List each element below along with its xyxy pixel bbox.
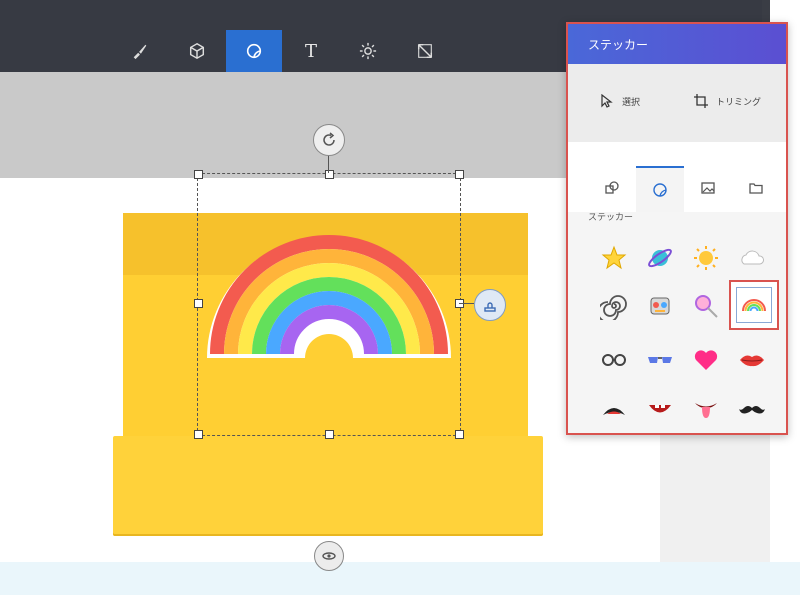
cursor-icon [601, 94, 613, 108]
lollipop-sticker-icon [695, 295, 718, 318]
resize-handle-l[interactable] [194, 299, 203, 308]
stickers-tool[interactable] [226, 30, 282, 72]
tab-folder[interactable] [732, 166, 780, 210]
sun-icon [359, 42, 377, 60]
sun-sticker-icon [694, 246, 718, 270]
tab-stickers[interactable] [636, 166, 684, 212]
selected-sticker-frame [736, 287, 772, 323]
sticker-sunglasses[interactable] [640, 340, 680, 380]
crop-button[interactable]: トリミング [694, 94, 761, 108]
brush-icon [133, 44, 147, 60]
rotate-3d-button[interactable] [314, 541, 344, 571]
sticker-spiral[interactable] [594, 286, 634, 326]
sticker-rainbow[interactable] [729, 280, 779, 330]
stamp-icon [484, 302, 496, 312]
resize-handle-tl[interactable] [194, 170, 203, 179]
text-icon: T [304, 40, 317, 62]
resize-handle-br[interactable] [455, 430, 464, 439]
panel-tool-row: 選択 トリミング [568, 64, 786, 142]
mustache-sticker-icon [739, 406, 765, 414]
sticker-star[interactable] [594, 238, 634, 278]
effects-tool[interactable] [340, 30, 396, 72]
brushes-tool[interactable] [112, 30, 168, 72]
sticker-smile[interactable] [594, 390, 634, 430]
star-sticker-icon [601, 245, 627, 270]
text-tool[interactable]: T [283, 30, 339, 72]
stamp-stem [459, 303, 474, 304]
lips-sticker-icon [740, 355, 764, 367]
sticker-mustache[interactable] [732, 390, 772, 430]
mouth-sticker-icon [649, 405, 671, 413]
rotate-button[interactable] [313, 124, 345, 156]
crop-icon [694, 94, 708, 108]
sticker-lips[interactable] [732, 340, 772, 380]
planet-sticker-icon [648, 248, 672, 268]
selection-box[interactable] [197, 173, 461, 436]
rotate-stem [328, 154, 329, 173]
smile-sticker-icon [603, 408, 625, 415]
robot-sticker-icon [650, 297, 670, 315]
canvas-tool[interactable] [397, 30, 453, 72]
select-button[interactable]: 選択 [600, 94, 640, 108]
resize-icon [417, 43, 433, 59]
rotate-icon [323, 132, 335, 146]
crop-label: トリミング [716, 97, 762, 108]
panel-title: ステッカー [568, 24, 786, 64]
image-icon [701, 182, 715, 194]
sticker-icon [246, 43, 262, 59]
sticker-heart[interactable] [686, 340, 726, 380]
section-label: ステッカー [588, 213, 634, 223]
cloud-sticker-icon [741, 250, 764, 265]
sticker-tongue[interactable] [686, 390, 726, 430]
resize-handle-b[interactable] [325, 430, 334, 439]
cube-icon [189, 42, 205, 60]
rotate-3d-icon [322, 552, 336, 560]
banner-base [113, 436, 543, 536]
sticker-mouth[interactable] [640, 390, 680, 430]
glasses-sticker-icon [602, 354, 626, 366]
sticker-glasses[interactable] [594, 340, 634, 380]
resize-handle-bl[interactable] [194, 430, 203, 439]
sticker-lollipop[interactable] [686, 286, 726, 326]
resize-handle-tr[interactable] [455, 170, 464, 179]
spiral-sticker-icon [600, 295, 627, 320]
shapes-icon [605, 181, 619, 194]
tab-textures[interactable] [684, 166, 732, 210]
heart-sticker-icon [694, 350, 718, 370]
tab-shapes[interactable] [588, 166, 636, 210]
sticker-cloud[interactable] [732, 238, 772, 278]
resize-handle-t[interactable] [325, 170, 334, 179]
floor-grid [0, 562, 800, 595]
tongue-sticker-icon [695, 403, 717, 418]
sticker-sun[interactable] [686, 238, 726, 278]
stamp-button[interactable] [474, 289, 506, 321]
sticker-icon [653, 183, 667, 197]
sticker-planet[interactable] [640, 238, 680, 278]
rainbow-sticker-icon [742, 299, 766, 312]
folder-icon [749, 183, 763, 194]
sunglasses-sticker-icon [648, 357, 672, 363]
select-label: 選択 [622, 97, 641, 108]
stickers-panel: ステッカー 選択 トリミング ステッカー [566, 22, 788, 435]
sticker-robot[interactable] [640, 286, 680, 326]
3d-shapes-tool[interactable] [169, 30, 225, 72]
sticker-tabs [568, 142, 786, 212]
